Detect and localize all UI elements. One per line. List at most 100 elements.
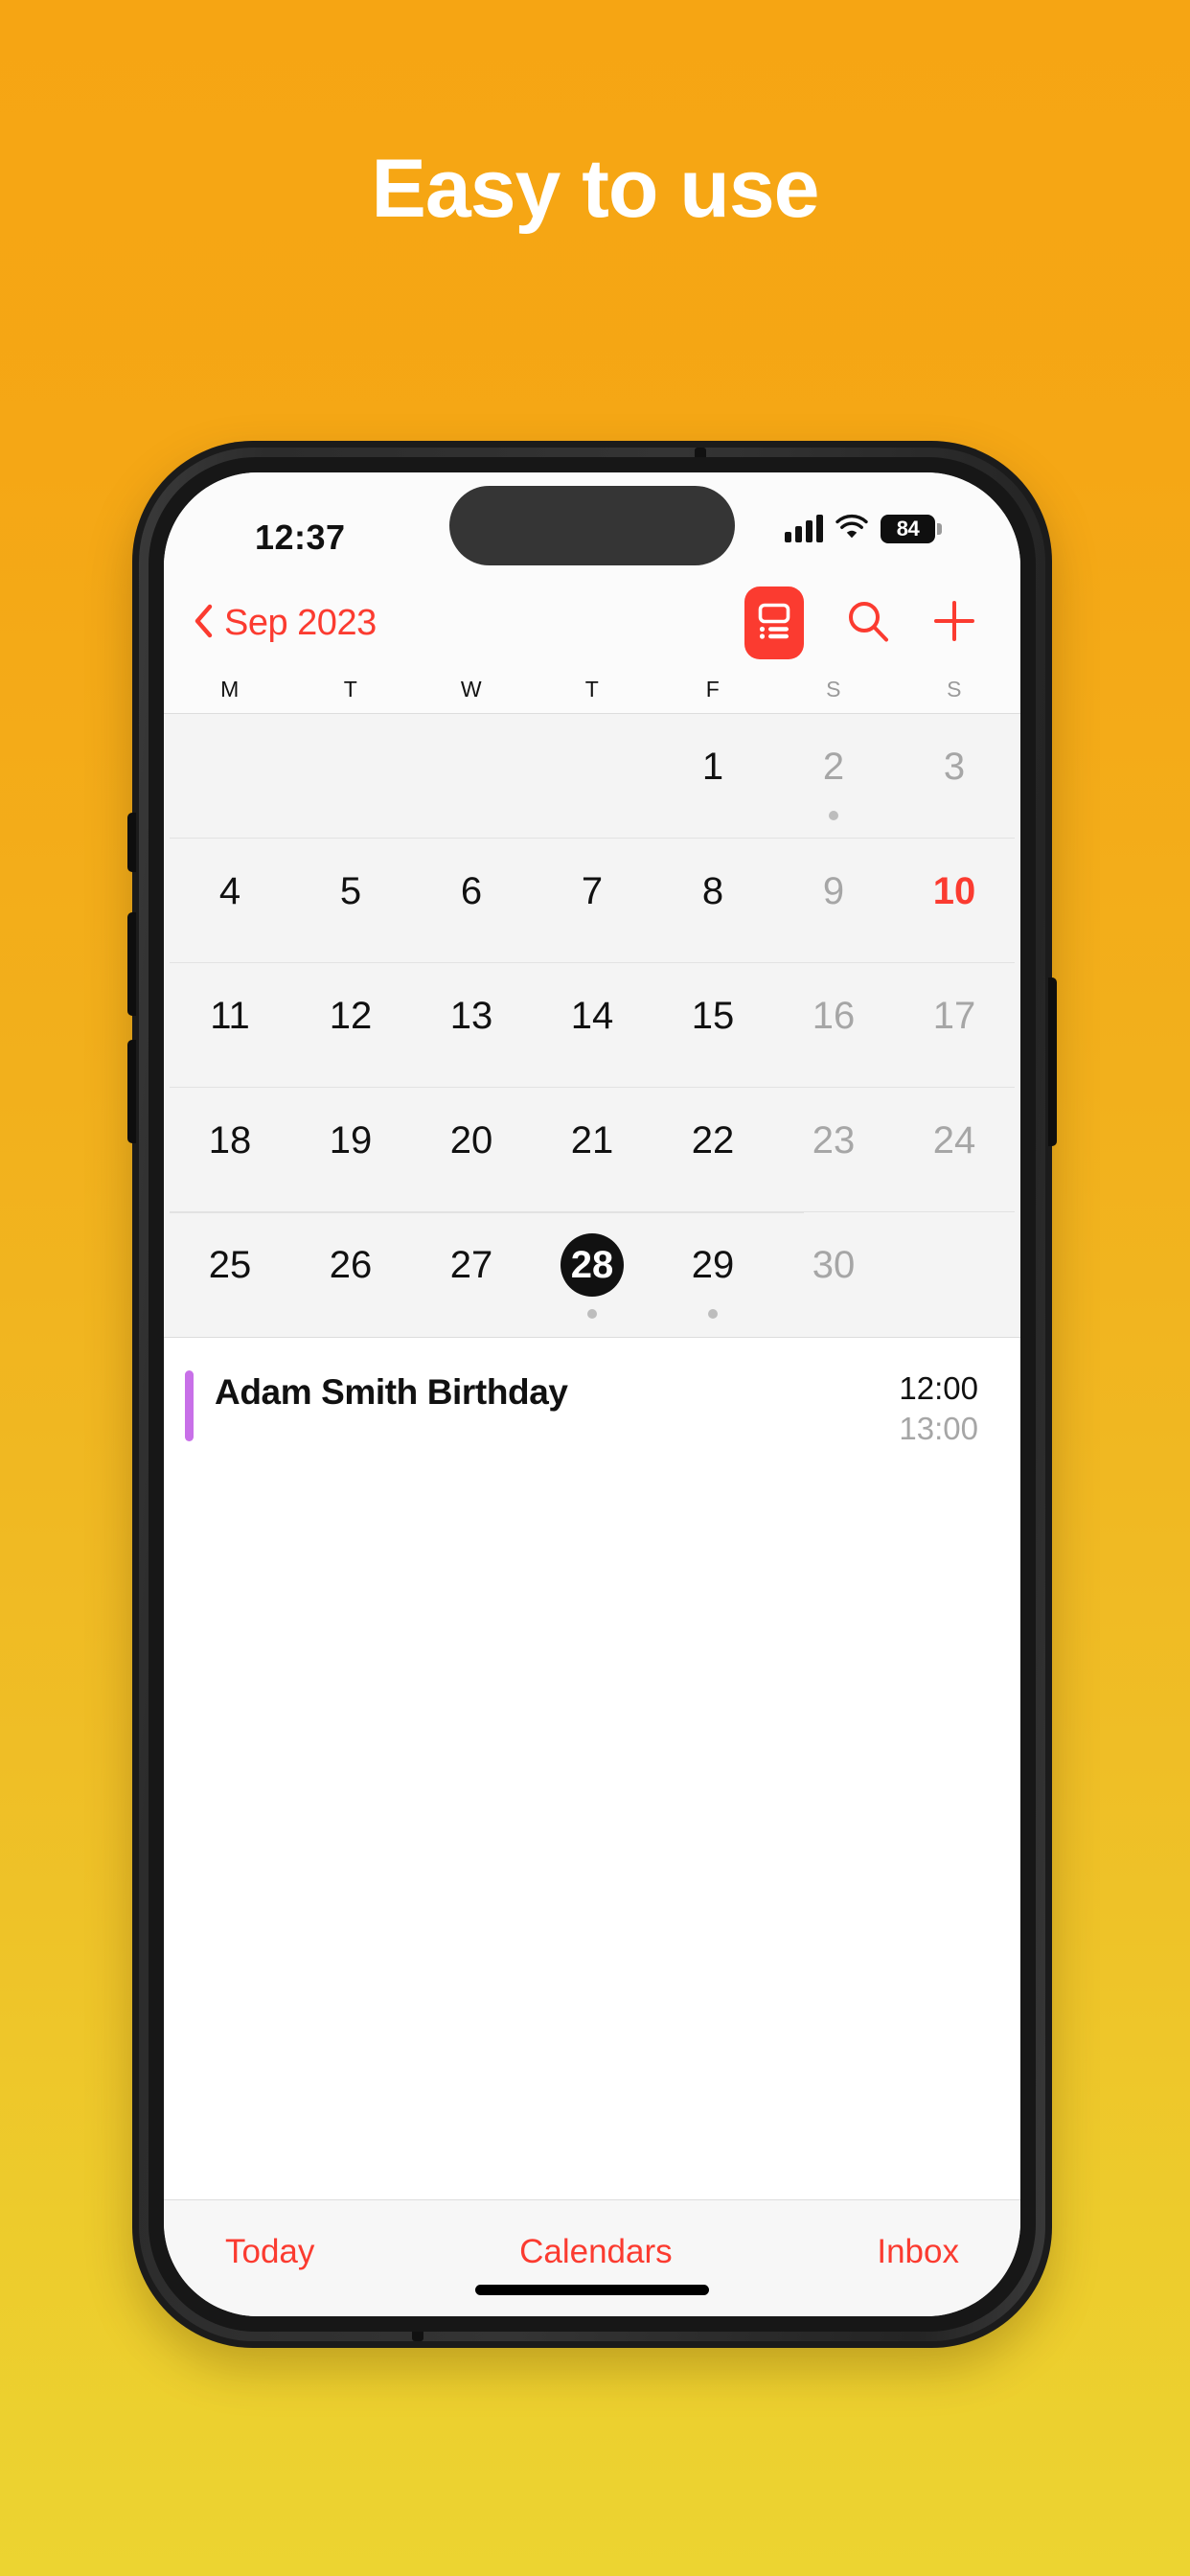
day-cell-selected[interactable]: 28 <box>532 1212 652 1337</box>
day-cell[interactable] <box>290 714 411 838</box>
volume-down-button[interactable] <box>127 1040 136 1143</box>
day-number: 10 <box>932 870 976 912</box>
day-cell[interactable]: 29 <box>652 1212 773 1337</box>
day-number <box>440 735 503 798</box>
mute-switch-button[interactable] <box>127 813 136 872</box>
day-number: 2 <box>822 746 845 788</box>
week-row: 25 26 27 28 29 30 <box>170 1212 1015 1337</box>
day-cell[interactable]: 4 <box>170 839 290 962</box>
day-number <box>198 735 262 798</box>
day-cell[interactable]: 20 <box>411 1088 532 1211</box>
day-cell[interactable]: 15 <box>652 963 773 1087</box>
day-number: 4 <box>218 870 241 912</box>
day-cell[interactable]: 11 <box>170 963 290 1087</box>
events-list: Adam Smith Birthday 12:00 13:00 <box>164 1337 1020 2199</box>
calendar-nav-bar: Sep 2023 <box>164 580 1020 666</box>
search-icon[interactable] <box>846 599 890 648</box>
day-cell[interactable]: 7 <box>532 839 652 962</box>
day-number: 30 <box>812 1244 856 1286</box>
weekday-header: M T W T F S S <box>164 666 1020 714</box>
day-cell[interactable]: 19 <box>290 1088 411 1211</box>
day-number: 7 <box>581 870 604 912</box>
status-time: 12:37 <box>255 518 346 557</box>
day-cell[interactable]: 12 <box>290 963 411 1087</box>
day-number: 29 <box>691 1244 735 1286</box>
day-cell[interactable]: 17 <box>894 963 1015 1087</box>
day-cell[interactable]: 5 <box>290 839 411 962</box>
weekday-label: T <box>343 677 358 702</box>
home-indicator[interactable] <box>475 2285 709 2295</box>
today-button[interactable]: Today <box>225 2233 314 2271</box>
battery-icon: 84 <box>881 514 942 543</box>
month-grid: 1 2 3 4 5 6 7 8 9 10 11 12 13 14 15 16 1… <box>164 714 1020 1337</box>
day-cell[interactable]: 22 <box>652 1088 773 1211</box>
day-number: 6 <box>460 870 483 912</box>
day-cell[interactable]: 3 <box>894 714 1015 838</box>
cellular-bars-icon <box>785 514 823 542</box>
day-cell[interactable]: 1 <box>652 714 773 838</box>
day-number: 5 <box>339 870 362 912</box>
day-number: 20 <box>449 1119 493 1162</box>
list-detail-view-button[interactable] <box>744 586 804 659</box>
back-to-year-button[interactable]: Sep 2023 <box>193 603 377 644</box>
day-number: 11 <box>210 995 250 1037</box>
day-cell[interactable]: 18 <box>170 1088 290 1211</box>
day-cell[interactable] <box>170 714 290 838</box>
wifi-icon <box>835 513 868 544</box>
calendars-button[interactable]: Calendars <box>519 2233 673 2271</box>
day-number: 9 <box>822 870 845 912</box>
day-number <box>561 735 624 798</box>
day-number: 23 <box>812 1119 856 1162</box>
week-row: 1 2 3 <box>170 714 1015 839</box>
day-number: 27 <box>449 1244 493 1286</box>
nav-month-label: Sep 2023 <box>224 602 377 643</box>
day-cell[interactable]: 10 <box>894 839 1015 962</box>
event-times: 12:00 13:00 <box>899 1368 978 1449</box>
day-number: 1 <box>701 746 724 788</box>
day-cell[interactable] <box>894 1212 1015 1337</box>
day-cell[interactable]: 9 <box>773 839 894 962</box>
day-number: 15 <box>691 995 735 1037</box>
day-cell[interactable] <box>532 714 652 838</box>
day-cell[interactable]: 25 <box>170 1212 290 1337</box>
power-button[interactable] <box>1048 978 1057 1146</box>
day-cell[interactable]: 6 <box>411 839 532 962</box>
day-cell[interactable]: 30 <box>773 1212 894 1337</box>
status-indicators: 84 <box>785 513 942 544</box>
plus-icon[interactable] <box>932 599 976 648</box>
event-dot <box>587 1309 597 1319</box>
event-color-bar <box>185 1370 194 1441</box>
list-item[interactable]: Adam Smith Birthday 12:00 13:00 <box>164 1353 1020 1464</box>
day-cell[interactable]: 8 <box>652 839 773 962</box>
day-cell[interactable] <box>411 714 532 838</box>
day-cell[interactable]: 24 <box>894 1088 1015 1211</box>
week-row: 4 5 6 7 8 9 10 <box>170 839 1015 963</box>
day-cell[interactable]: 23 <box>773 1088 894 1211</box>
day-number: 14 <box>570 995 614 1037</box>
volume-up-button[interactable] <box>127 912 136 1016</box>
day-cell[interactable]: 16 <box>773 963 894 1087</box>
day-cell[interactable]: 2 <box>773 714 894 838</box>
weekday-label: M <box>220 677 240 702</box>
inbox-button[interactable]: Inbox <box>877 2233 959 2271</box>
day-number: 16 <box>812 995 856 1037</box>
day-number: 12 <box>329 995 373 1037</box>
day-cell[interactable]: 13 <box>411 963 532 1087</box>
page-title: Easy to use <box>371 143 820 235</box>
day-number: 22 <box>691 1119 735 1162</box>
phone-mockup: 12:37 84 Sep 2023 M T W T F S S 1 2 3 4 … <box>127 441 1057 2348</box>
phone-screen: 12:37 84 Sep 2023 M T W T F S S 1 2 3 4 … <box>164 472 1020 2316</box>
day-cell[interactable]: 27 <box>411 1212 532 1337</box>
day-cell[interactable]: 14 <box>532 963 652 1087</box>
weekday-label: S <box>947 677 962 702</box>
day-number: 13 <box>449 995 493 1037</box>
week-row: 11 12 13 14 15 16 17 <box>170 963 1015 1088</box>
event-dot <box>829 811 838 820</box>
week-row: 18 19 20 21 22 23 24 <box>170 1088 1015 1213</box>
day-cell[interactable]: 26 <box>290 1212 411 1337</box>
dynamic-island <box>449 486 735 565</box>
day-number: 26 <box>329 1244 373 1286</box>
day-cell[interactable]: 21 <box>532 1088 652 1211</box>
day-number: 18 <box>208 1119 252 1162</box>
nav-actions <box>744 586 976 659</box>
